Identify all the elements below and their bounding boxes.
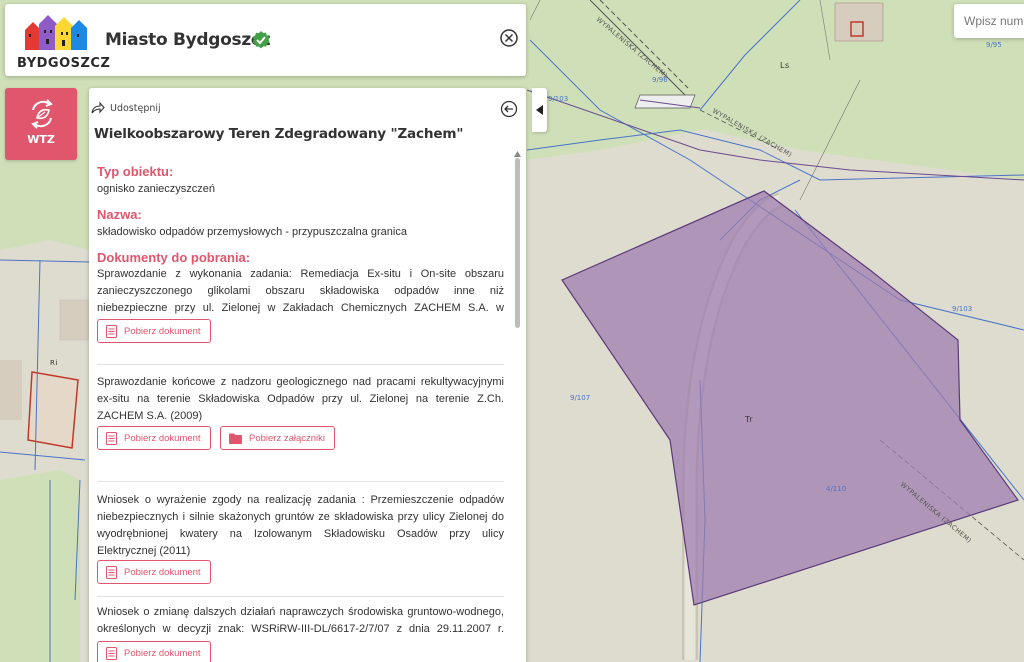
wtz-layer-button[interactable]: WTZ [5,88,77,160]
map-parcel-label-2: 9/107 [570,394,590,402]
folder-icon [229,433,242,444]
download-document-label: Pobierz dokument [124,432,201,444]
section-heading-documents: Dokumenty do pobrania: [97,250,251,265]
search-box [954,4,1024,38]
document-icon [106,565,117,579]
divider [97,596,504,597]
scroll-up-arrow-icon[interactable] [514,151,521,157]
section-heading-name: Nazwa: [97,207,142,222]
download-document-button[interactable]: Pobierz dokument [97,641,211,662]
map-parcel-label-1: 9/103 [548,95,568,103]
download-document-button[interactable]: Pobierz dokument [97,319,211,343]
section-value-name: składowisko odpadów przemysłowych - przy… [97,226,407,238]
wtz-label: WTZ [27,133,55,146]
map-parcel-label-3: 9/103 [952,305,972,313]
download-document-button[interactable]: Pobierz dokument [97,560,211,584]
back-arrow-icon[interactable] [500,100,518,118]
header-card: BYDGOSZCZ Miasto Bydgoszcz [5,4,526,76]
close-icon[interactable] [499,28,519,48]
document-icon [106,646,117,660]
scrollbar-thumb[interactable] [515,158,520,328]
download-attachments-label: Pobierz załączniki [249,432,326,444]
document-icon [106,431,117,445]
map-label-ls: Ls [780,61,790,70]
map-parcel-label-5: 9/95 [986,41,1002,49]
download-document-label: Pobierz dokument [124,647,201,659]
page-title: Miasto Bydgoszcz [105,30,271,50]
verified-check-icon [252,31,270,49]
section-heading-type: Typ obiektu: [97,164,174,179]
download-document-label: Pobierz dokument [124,325,201,337]
share-button[interactable]: Udostępnij [91,102,161,114]
chevron-left-icon [536,105,543,115]
map-parcel-label-6: 4/110 [826,485,846,493]
panel-content[interactable]: Typ obiektu: ognisko zanieczyszczeń Nazw… [89,158,526,662]
logo-text: BYDGOSZCZ [17,56,111,71]
document-description: Wniosek o wyrażenie zgody na realizację … [97,494,504,557]
divider [97,364,504,365]
object-info-panel: Udostępnij Wielkoobszarowy Teren Zdegrad… [89,88,526,662]
download-document-label: Pobierz dokument [124,566,201,578]
document-description: Sprawozdanie końcowe z nadzoru geologicz… [97,376,504,422]
download-document-button[interactable]: Pobierz dokument [97,426,211,450]
divider [97,481,504,482]
recycle-leaf-icon [31,99,53,129]
object-title: Wielkoobszarowy Teren Zdegradowany "Zach… [94,126,464,142]
collapse-panel-button[interactable] [532,88,547,132]
section-value-type: ognisko zanieczyszczeń [97,183,216,195]
share-label: Udostępnij [110,102,161,114]
share-icon [91,102,105,114]
map-label-ri: Ri [50,359,58,367]
document-icon [106,324,117,338]
bydgoszcz-logo: BYDGOSZCZ [17,12,111,72]
map-parcel-label-4: 9/96 [652,76,668,84]
download-attachments-button[interactable]: Pobierz załączniki [220,426,336,450]
search-input[interactable] [954,4,1024,38]
map-label-tr: Tr [744,415,753,424]
